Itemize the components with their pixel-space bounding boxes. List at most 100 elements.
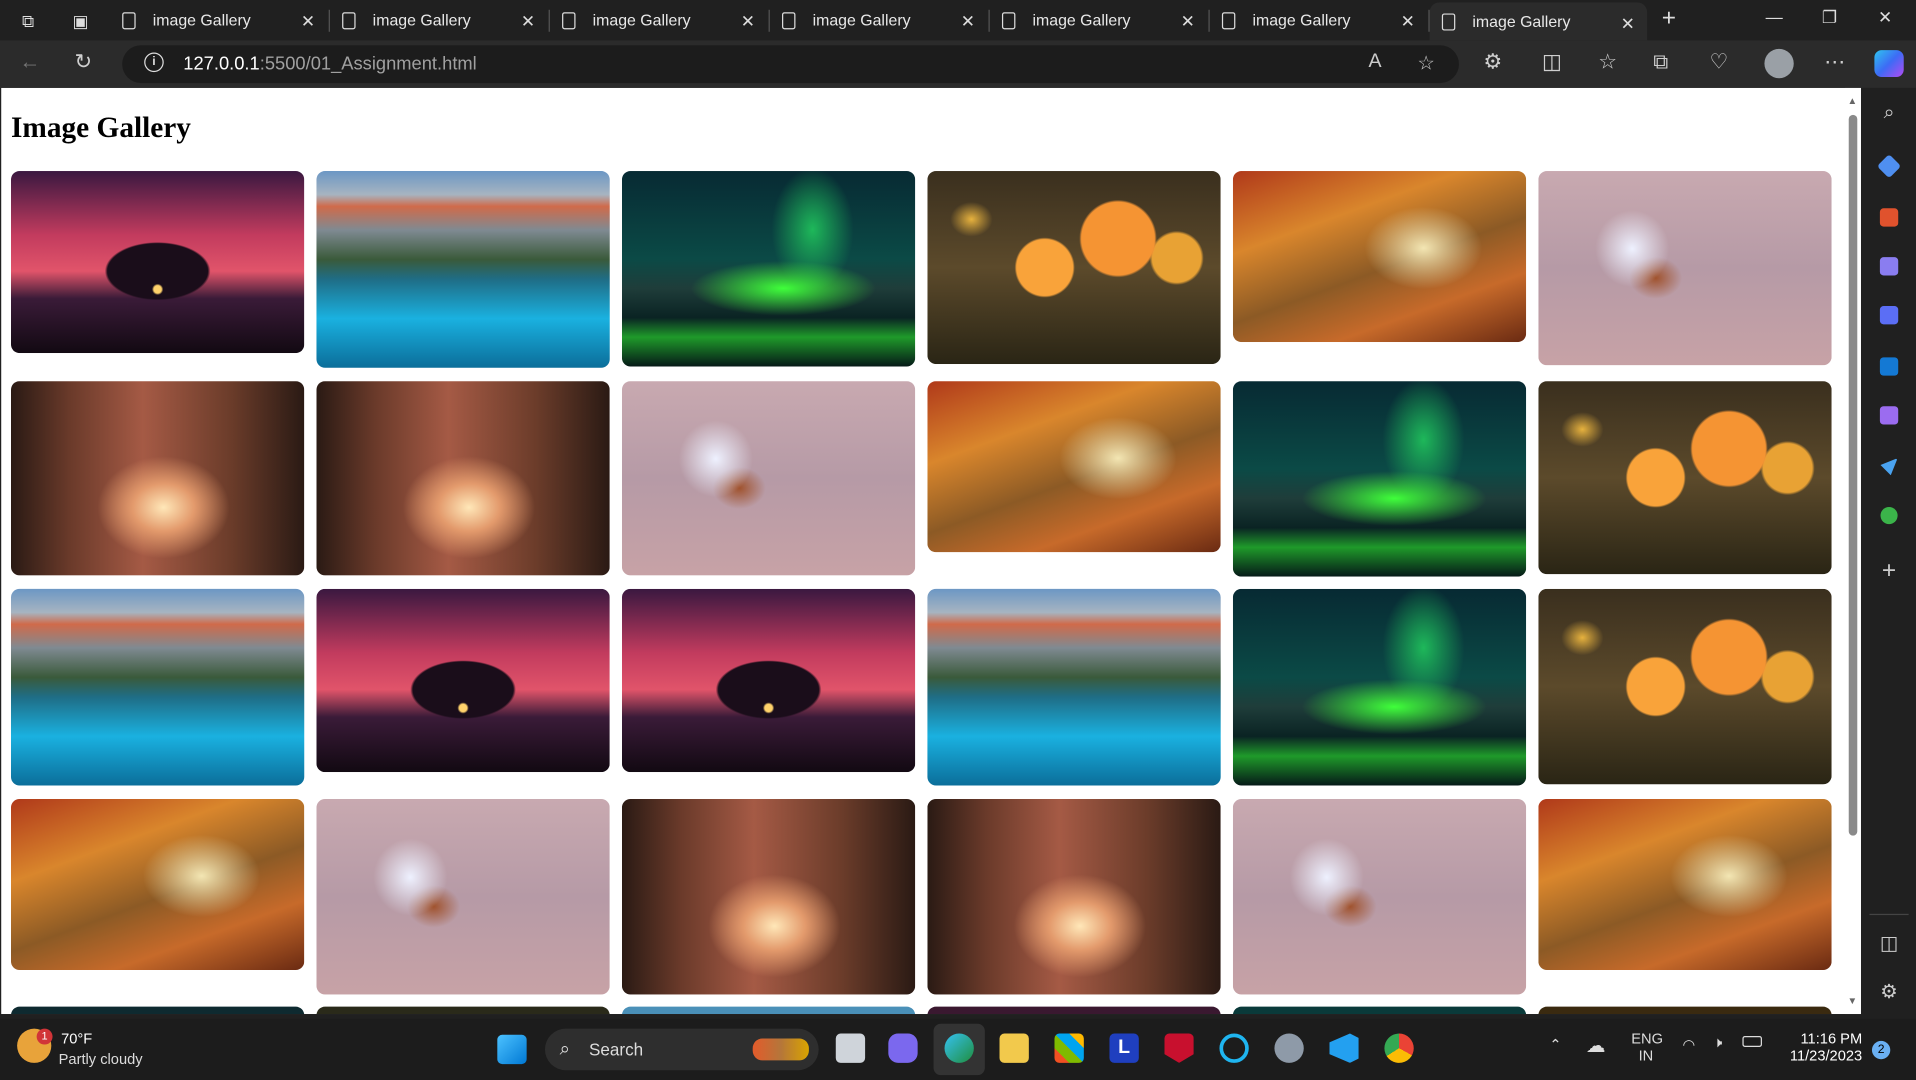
volume-icon[interactable]: 🕨 bbox=[1713, 1034, 1722, 1052]
browser-tab[interactable]: image Gallery ✕ bbox=[110, 0, 327, 40]
tab-title: image Gallery bbox=[152, 10, 251, 30]
gallery-image bbox=[1538, 381, 1832, 575]
tab-actions-icon[interactable]: ▣ bbox=[67, 7, 94, 34]
close-tab-icon[interactable]: ✕ bbox=[1621, 13, 1635, 34]
task-view-icon[interactable] bbox=[835, 1033, 866, 1063]
store-icon[interactable] bbox=[1054, 1033, 1084, 1063]
battery-icon[interactable] bbox=[1742, 1036, 1762, 1047]
search-label: Search bbox=[588, 1039, 644, 1060]
close-tab-icon[interactable]: ✕ bbox=[301, 11, 315, 32]
weather-condition[interactable]: Partly cloudy bbox=[59, 1051, 143, 1068]
gallery-image bbox=[927, 588, 1221, 786]
browser-tab[interactable]: image Gallery ✕ bbox=[330, 0, 547, 40]
copilot-icon[interactable] bbox=[1874, 50, 1904, 77]
taskbar-search[interactable]: ⌕ Search bbox=[544, 1028, 819, 1071]
add-sidebar-app-icon[interactable]: + bbox=[1877, 557, 1901, 584]
outlook-icon[interactable] bbox=[1879, 357, 1899, 376]
games-icon[interactable] bbox=[1879, 257, 1899, 276]
gallery-image bbox=[1232, 381, 1527, 577]
site-info-icon[interactable]: i bbox=[144, 52, 164, 73]
page-document-icon bbox=[1001, 11, 1016, 29]
shopping-tag-icon[interactable] bbox=[1876, 154, 1902, 179]
scroll-up-icon[interactable]: ▲ bbox=[1848, 95, 1858, 106]
copilot-sidebar-icon[interactable] bbox=[1879, 306, 1899, 325]
designer-icon[interactable] bbox=[1879, 406, 1899, 425]
gallery-image bbox=[316, 171, 610, 368]
favorite-star-icon[interactable]: ☆ bbox=[1417, 51, 1435, 75]
page-document-icon bbox=[122, 11, 136, 29]
close-tab-icon[interactable]: ✕ bbox=[961, 11, 975, 32]
close-tab-icon[interactable]: ✕ bbox=[1401, 11, 1415, 32]
gallery-image bbox=[10, 381, 305, 576]
browser-tab[interactable]: image Gallery ✕ bbox=[1210, 0, 1427, 40]
sidebar-settings-icon[interactable]: ⚙ bbox=[1877, 980, 1901, 1004]
favorites-icon[interactable]: ☆ bbox=[1598, 50, 1617, 74]
tools-icon[interactable] bbox=[1879, 208, 1899, 227]
language-code: ENG bbox=[1631, 1029, 1664, 1047]
page-document-icon bbox=[342, 11, 356, 29]
close-window-icon[interactable]: ✕ bbox=[1878, 7, 1892, 28]
weather-temperature[interactable]: 70°F bbox=[61, 1030, 92, 1047]
vscode-icon[interactable] bbox=[1329, 1033, 1359, 1063]
hide-sidebar-icon[interactable]: ◫ bbox=[1877, 931, 1901, 955]
address-bar[interactable]: i 127.0.0.1:5500/01_Assignment.html A ☆ bbox=[122, 45, 1459, 84]
maximize-icon[interactable]: ❐ bbox=[1822, 7, 1837, 28]
new-tab-icon[interactable]: + bbox=[1662, 5, 1676, 33]
refresh-icon[interactable]: ↻ bbox=[75, 50, 92, 74]
page-scrollbar[interactable]: ▲ ▼ bbox=[1845, 87, 1861, 1015]
wifi-icon[interactable]: ◠ bbox=[1683, 1036, 1696, 1053]
back-icon[interactable]: ← bbox=[20, 50, 41, 74]
collections-icon[interactable]: ⧉ bbox=[1653, 50, 1668, 74]
minimize-icon[interactable]: — bbox=[1766, 7, 1783, 27]
more-options-icon[interactable]: ⋯ bbox=[1824, 50, 1845, 74]
browser-tab[interactable]: image Gallery ✕ bbox=[990, 0, 1207, 40]
l-app-icon[interactable]: L bbox=[1109, 1033, 1139, 1063]
web-page: Image Gallery bbox=[1, 87, 1861, 1015]
workspaces-icon[interactable]: ⧉ bbox=[15, 7, 42, 34]
tab-title: image Gallery bbox=[1252, 10, 1351, 30]
page-document-icon bbox=[782, 11, 796, 29]
start-button-icon[interactable] bbox=[497, 1034, 527, 1065]
windows-taskbar: 1 70°F Partly cloudy ⌕ Search L ⌃ ☁ ENG … bbox=[0, 1018, 1916, 1080]
show-hidden-icons[interactable]: ⌃ bbox=[1549, 1036, 1561, 1053]
tab-separator bbox=[768, 9, 770, 32]
url-text[interactable]: 127.0.0.1:5500/01_Assignment.html bbox=[183, 54, 476, 75]
scrollbar-thumb[interactable] bbox=[1848, 114, 1858, 836]
clock[interactable]: 11:16 PM 11/23/2023 bbox=[1784, 1030, 1862, 1064]
chrome-icon[interactable] bbox=[1384, 1033, 1414, 1063]
language-indicator[interactable]: ENG IN bbox=[1631, 1030, 1663, 1064]
sidebar-search-icon[interactable]: ⌕ bbox=[1877, 103, 1901, 127]
extensions-icon[interactable]: ⚙ bbox=[1483, 50, 1502, 74]
scroll-down-icon[interactable]: ▼ bbox=[1848, 996, 1858, 1007]
tab-separator bbox=[988, 9, 990, 32]
send-icon[interactable] bbox=[1880, 458, 1898, 476]
profile-avatar[interactable] bbox=[1764, 48, 1794, 79]
gallery-image-partial bbox=[1538, 1006, 1832, 1015]
date: 11/23/2023 bbox=[1789, 1046, 1863, 1065]
split-screen-icon[interactable]: ◫ bbox=[1542, 50, 1562, 74]
tab-separator bbox=[1208, 9, 1210, 32]
gallery-image bbox=[621, 798, 916, 995]
read-aloud-icon[interactable]: A bbox=[1369, 51, 1382, 73]
mcafee-icon[interactable] bbox=[1164, 1033, 1194, 1063]
edge-icon[interactable] bbox=[944, 1033, 974, 1063]
url-host: 127.0.0.1 bbox=[183, 53, 260, 75]
file-explorer-icon[interactable] bbox=[999, 1033, 1029, 1063]
browser-tab[interactable]: image Gallery ✕ bbox=[550, 0, 767, 40]
browser-tab[interactable]: image Gallery ✕ bbox=[770, 0, 987, 40]
notification-badge[interactable]: 2 bbox=[1871, 1040, 1891, 1060]
browser-essentials-icon[interactable]: ♡ bbox=[1709, 50, 1728, 74]
close-tab-icon[interactable]: ✕ bbox=[521, 11, 535, 32]
onedrive-icon[interactable]: ☁ bbox=[1586, 1034, 1606, 1058]
weather-badge: 1 bbox=[36, 1028, 53, 1045]
tree-icon[interactable] bbox=[1880, 507, 1898, 525]
gallery-image bbox=[10, 588, 305, 786]
cortana-icon[interactable] bbox=[1219, 1033, 1249, 1063]
close-tab-icon[interactable]: ✕ bbox=[741, 11, 755, 32]
close-tab-icon[interactable]: ✕ bbox=[1181, 11, 1195, 32]
teams-chat-icon[interactable] bbox=[888, 1033, 918, 1063]
url-path: :5500/01_Assignment.html bbox=[259, 53, 477, 75]
browser-tab[interactable]: image Gallery ✕ bbox=[1429, 2, 1648, 41]
settings-gear-icon[interactable] bbox=[1274, 1033, 1304, 1063]
tab-title: image Gallery bbox=[592, 10, 691, 30]
